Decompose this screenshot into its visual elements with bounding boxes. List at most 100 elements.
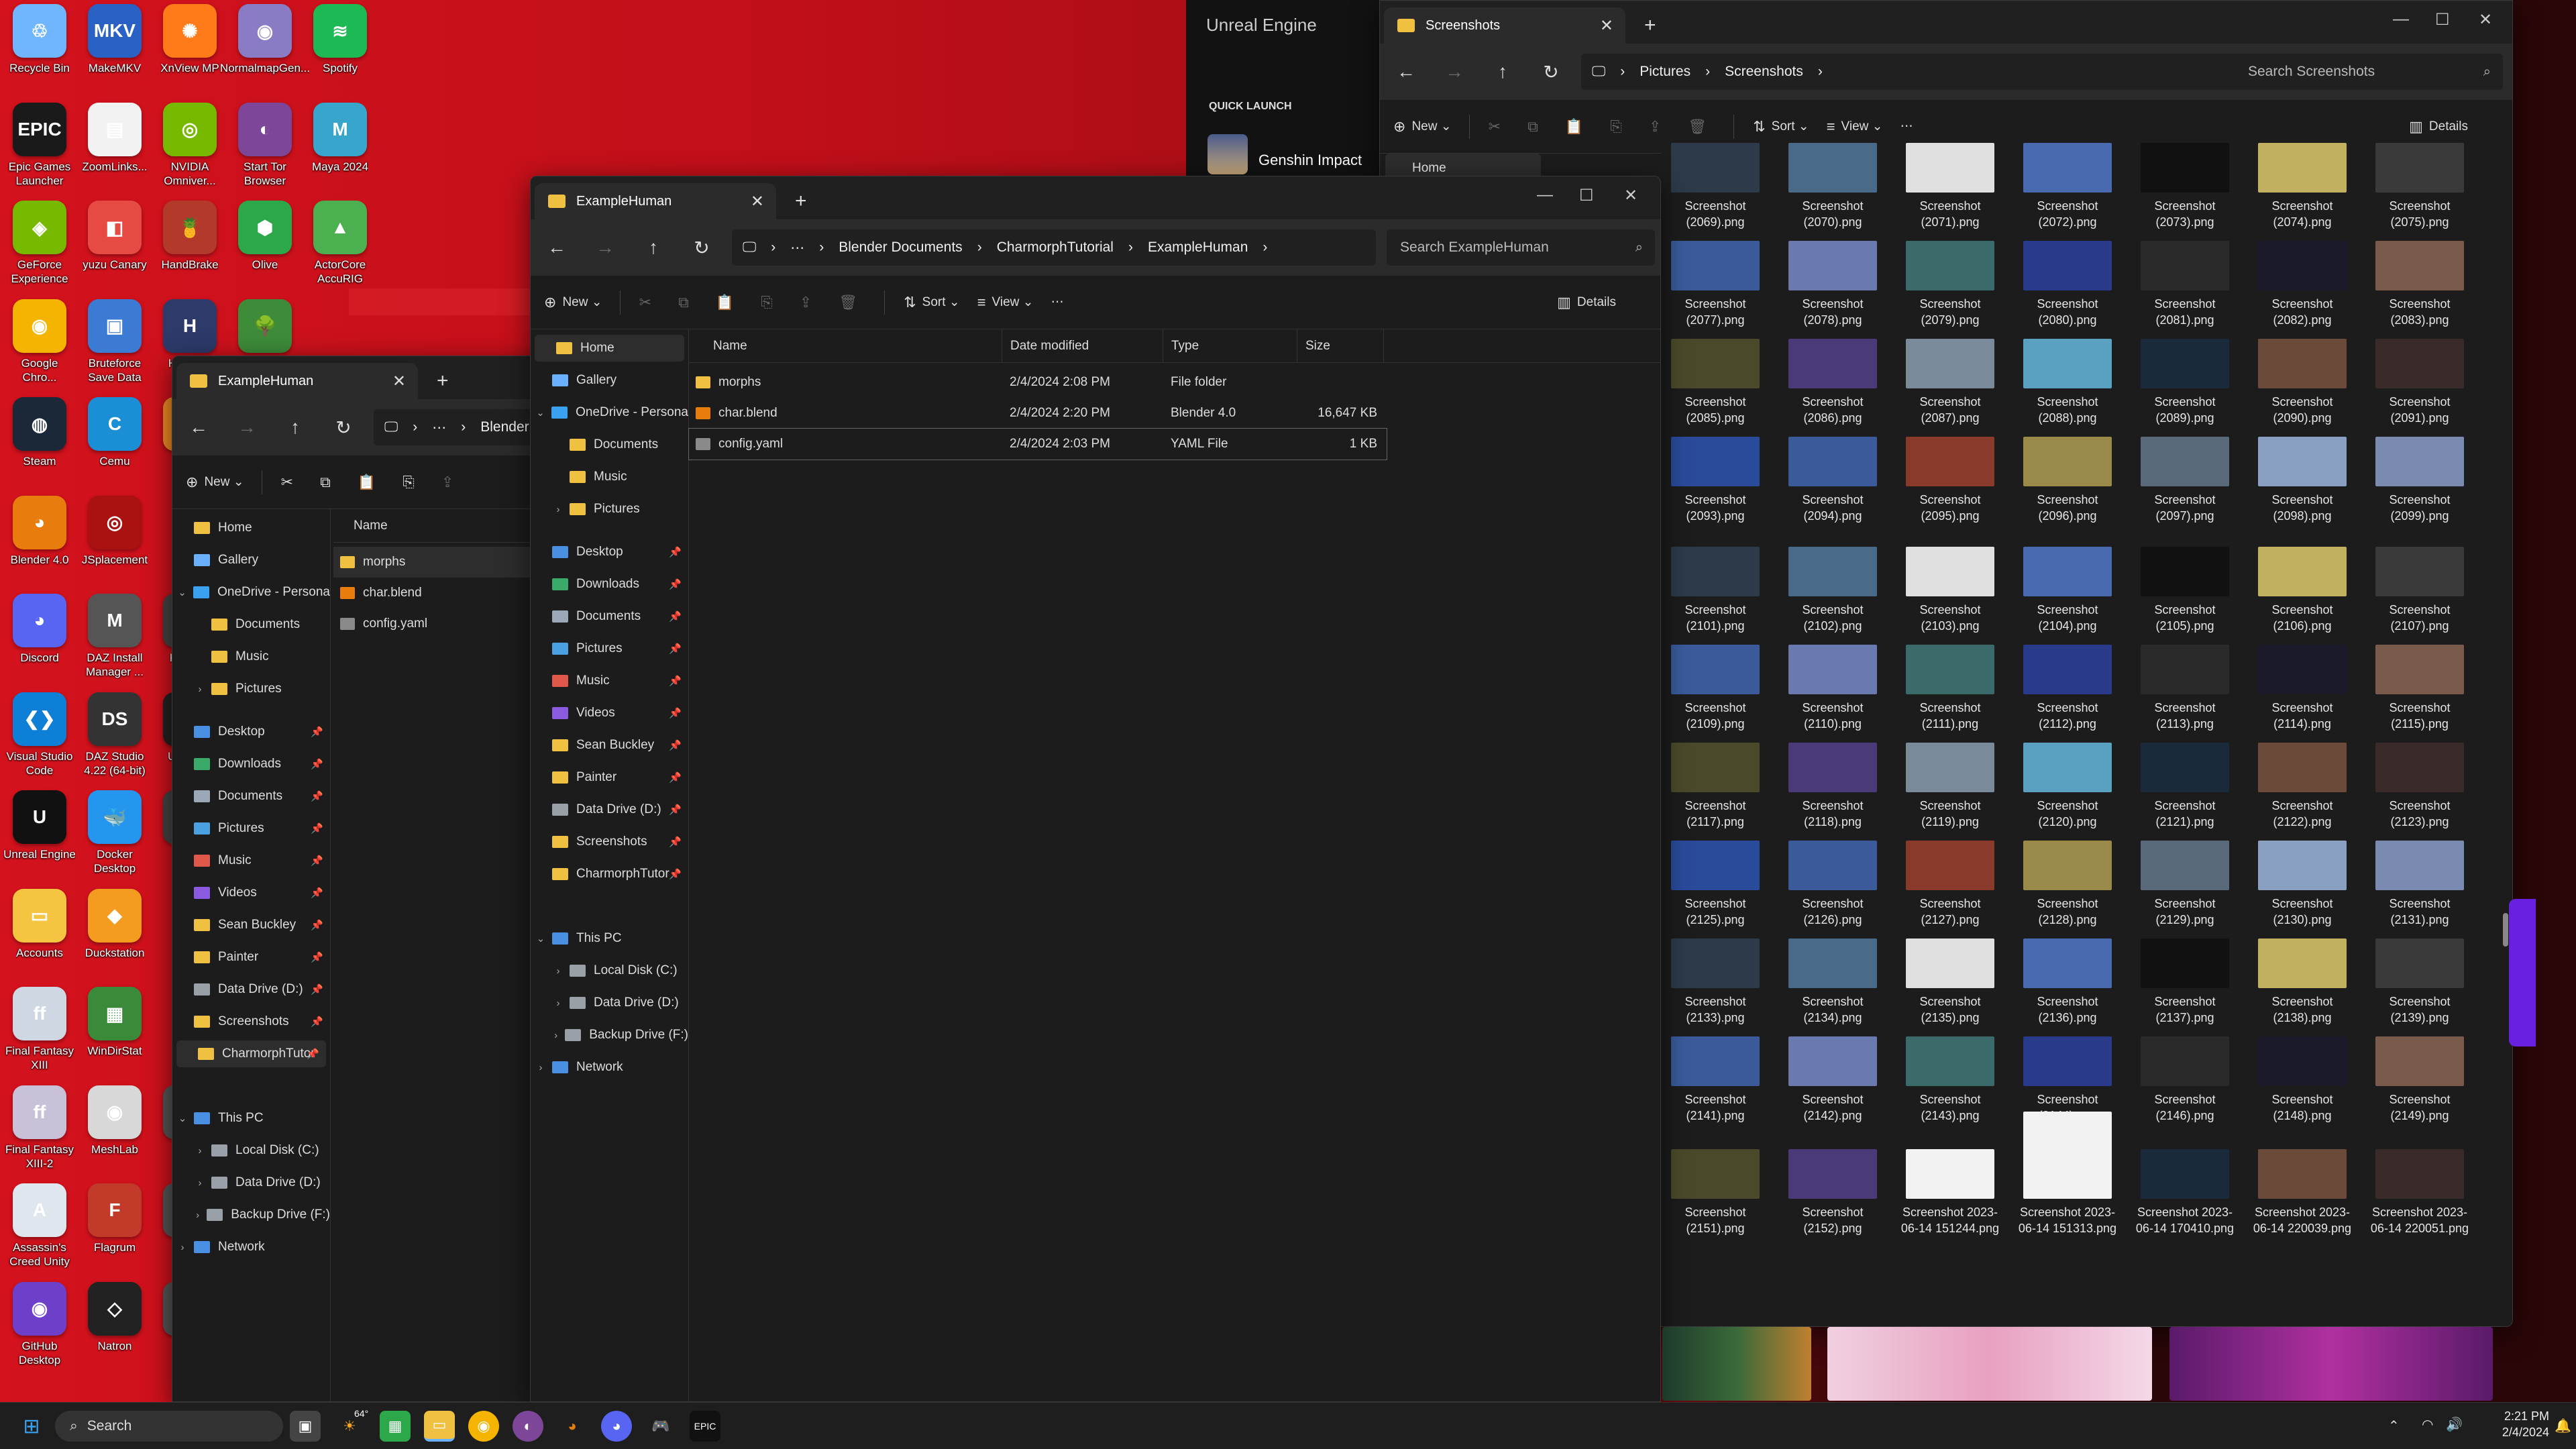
cut-icon[interactable]: ✂ xyxy=(639,294,651,311)
thumbnail-item[interactable]: Screenshot (2101).png xyxy=(1662,547,1769,634)
thumbnail-item[interactable]: Screenshot (2085).png xyxy=(1662,339,1769,426)
new-button[interactable]: ⊕ New ⌄ xyxy=(544,294,602,311)
desktop-icon-daz-install-manager-[interactable]: M DAZ Install Manager ... xyxy=(78,594,152,679)
thumbnail-item[interactable]: Screenshot (2096).png xyxy=(2014,437,2121,524)
sort-button[interactable]: ⇅ Sort ⌄ xyxy=(904,294,960,311)
search-input[interactable]: Search Screenshots ⌕ xyxy=(2235,54,2503,90)
thumbnail-item[interactable]: Screenshot (2110).png xyxy=(1779,645,1886,732)
thumbnail-item[interactable]: Screenshot (2144).png xyxy=(2014,1036,2121,1124)
thumbnail-item[interactable]: Screenshot (2073).png xyxy=(2131,143,2239,230)
sidebar-item-desktop[interactable]: Desktop 📌 xyxy=(531,539,688,566)
thumbnail-item[interactable]: Screenshot (2127).png xyxy=(1896,841,2004,928)
sidebar-item-music[interactable]: Music 📌 xyxy=(531,667,688,694)
up-button[interactable]: ↑ xyxy=(637,237,670,258)
thumbnail-item[interactable]: Screenshot (2119).png xyxy=(1896,743,2004,830)
desktop-icon-natron[interactable]: ◇ Natron xyxy=(78,1281,152,1353)
thumbnail-item[interactable]: Screenshot (2077).png xyxy=(1662,241,1769,328)
tab-examplehuman[interactable]: ExampleHuman ✕ xyxy=(535,183,776,219)
desktop-icon-normalmapgen-[interactable]: ◉ NormalmapGen... xyxy=(220,4,310,75)
sidebar-item-network[interactable]: › Network xyxy=(531,1054,688,1081)
thumbnail-item[interactable]: Screenshot (2122).png xyxy=(2249,743,2356,830)
pin-icon[interactable]: 📌 xyxy=(669,546,682,558)
more-crumbs-icon[interactable]: ⋯ xyxy=(790,239,804,256)
thumbnail-item[interactable]: Screenshot (2128).png xyxy=(2014,841,2121,928)
thumbnail-item[interactable]: Screenshot (2126).png xyxy=(1779,841,1886,928)
desktop-icon-docker-desktop[interactable]: 🐳 Docker Desktop xyxy=(78,790,152,875)
thumbnail-item[interactable]: Screenshot (2138).png xyxy=(2249,938,2356,1026)
breadcrumb-examplehuman[interactable]: ExampleHuman xyxy=(1148,239,1248,256)
sidebar-item-backup-drive-f-[interactable]: › Backup Drive (F:) xyxy=(172,1201,330,1228)
sidebar-item-pictures[interactable]: › Pictures xyxy=(531,496,688,523)
thumbnail-item[interactable]: Screenshot (2109).png xyxy=(1662,645,1769,732)
chevron-icon[interactable]: › xyxy=(194,1145,206,1157)
sidebar-item-this-pc[interactable]: ⌄ This PC xyxy=(531,925,688,952)
sidebar-item-downloads[interactable]: Downloads 📌 xyxy=(172,751,330,777)
chevron-icon[interactable]: › xyxy=(552,504,564,515)
genshin-icon[interactable] xyxy=(1208,134,1248,174)
thumbnail-item[interactable]: Screenshot (2152).png xyxy=(1779,1149,1886,1236)
sidebar-item-screenshots[interactable]: Screenshots 📌 xyxy=(172,1008,330,1035)
sidebar-item-home[interactable]: Home xyxy=(535,335,684,362)
pin-icon[interactable]: 📌 xyxy=(669,578,682,590)
thumbnail-item[interactable]: Screenshot (2121).png xyxy=(2131,743,2239,830)
tab-screenshots[interactable]: Screenshots ✕ xyxy=(1384,7,1625,44)
close-tab-icon[interactable]: ✕ xyxy=(1600,16,1613,36)
chevron-icon[interactable]: ⌄ xyxy=(535,932,547,945)
close-window-button[interactable]: ✕ xyxy=(2479,10,2492,30)
sidebar-item-onedrive-persona[interactable]: ⌄ OneDrive - Persona xyxy=(172,579,330,606)
clock[interactable]: 2:21 PM 2/4/2024 xyxy=(2482,1408,2549,1440)
pin-icon[interactable]: 📌 xyxy=(311,790,323,802)
desktop-icon-final-fantasy-xiii-2[interactable]: ff Final Fantasy XIII-2 xyxy=(3,1085,76,1171)
thumbnail-item[interactable]: Screenshot (2070).png xyxy=(1779,143,1886,230)
thumbnail-item[interactable]: Screenshot (2148).png xyxy=(2249,1036,2356,1124)
rename-icon[interactable]: ⎘ xyxy=(761,294,773,311)
sidebar-item-music[interactable]: Music xyxy=(531,464,688,490)
thumbnail-item[interactable]: Screenshot (2094).png xyxy=(1779,437,1886,524)
file-row-char-blend[interactable]: char.blend 2/4/2024 2:20 PM Blender 4.0 16,… xyxy=(689,398,1387,429)
paste-icon[interactable]: 📋 xyxy=(716,294,734,311)
file-row-config-yaml[interactable]: config.yaml 2/4/2024 2:03 PM YAML File 1 KB xyxy=(688,428,1387,460)
rename-icon[interactable]: ⎘ xyxy=(402,474,415,491)
pin-icon[interactable]: 📌 xyxy=(311,1016,323,1028)
sidebar-item-gallery[interactable]: Gallery xyxy=(531,367,688,394)
desktop-icon-xnview-mp[interactable]: ✺ XnView MP xyxy=(153,4,227,75)
paste-icon[interactable]: 📋 xyxy=(1565,118,1583,136)
thumbnail-item[interactable]: Screenshot (2106).png xyxy=(2249,547,2356,634)
thumbnail-item[interactable]: Screenshot 2023-06-14 220051.png xyxy=(2366,1149,2473,1236)
show-hidden-icons-icon[interactable]: ⌃ xyxy=(2388,1417,2400,1434)
sidebar-item-backup-drive-f-[interactable]: › Backup Drive (F:) xyxy=(531,1022,688,1049)
new-button[interactable]: ⊕ New ⌄ xyxy=(1393,118,1452,136)
desktop-icon-steam[interactable]: ◍ Steam xyxy=(3,397,76,468)
desktop-icon-jsplacement[interactable]: ◎ JSplacement xyxy=(78,495,152,567)
thumbnail-item[interactable]: Screenshot (2123).png xyxy=(2366,743,2473,830)
desktop-icon-spotify[interactable]: ≋ Spotify xyxy=(303,4,377,75)
thumbnail-item[interactable]: Screenshot (2151).png xyxy=(1662,1149,1769,1236)
sidebar-item-data-drive-d-[interactable]: Data Drive (D:) 📌 xyxy=(531,796,688,823)
thumbnail-item[interactable]: Screenshot (2105).png xyxy=(2131,547,2239,634)
sidebar-item-videos[interactable]: Videos 📌 xyxy=(531,700,688,727)
sidebar-item-home[interactable]: Home xyxy=(172,515,330,541)
column-header-size[interactable]: Size xyxy=(1297,329,1384,362)
maximize-button[interactable]: ☐ xyxy=(2435,10,2450,30)
rename-icon[interactable]: ⎘ xyxy=(1610,118,1622,136)
desktop-icon-start-tor-browser[interactable]: ◐ Start Tor Browser xyxy=(228,102,302,188)
thumbnail-item[interactable]: Screenshot (2083).png xyxy=(2366,241,2473,328)
chrome-icon[interactable]: ◉ xyxy=(468,1411,499,1442)
thumbnail-item[interactable]: Screenshot (2074).png xyxy=(2249,143,2356,230)
sidebar-item-pictures[interactable]: Pictures 📌 xyxy=(531,635,688,662)
sidebar-item-documents[interactable]: Documents xyxy=(531,431,688,458)
refresh-button[interactable]: ↻ xyxy=(327,417,360,439)
desktop-icon-zoomlinks-[interactable]: ▤ ZoomLinks... xyxy=(78,102,152,174)
close-tab-icon[interactable]: ✕ xyxy=(751,192,764,211)
sidebar-item-screenshots[interactable]: Screenshots 📌 xyxy=(531,828,688,855)
pin-icon[interactable]: 📌 xyxy=(669,804,682,816)
thumbnail-item[interactable]: Screenshot (2080).png xyxy=(2014,241,2121,328)
desktop-icon-olive[interactable]: ⬢ Olive xyxy=(228,201,302,272)
forward-button[interactable]: → xyxy=(1438,61,1471,83)
genshin-label[interactable]: Genshin Impact xyxy=(1258,152,1362,169)
thumbnail-item[interactable]: Screenshot (2088).png xyxy=(2014,339,2121,426)
store-banner-center[interactable] xyxy=(1827,1327,2152,1401)
breadcrumb-screenshots[interactable]: Screenshots xyxy=(1725,64,1803,80)
desktop-icon-windirstat[interactable]: ▦ WinDirStat xyxy=(78,987,152,1058)
breadcrumb-blender[interactable]: Blender xyxy=(480,419,529,435)
